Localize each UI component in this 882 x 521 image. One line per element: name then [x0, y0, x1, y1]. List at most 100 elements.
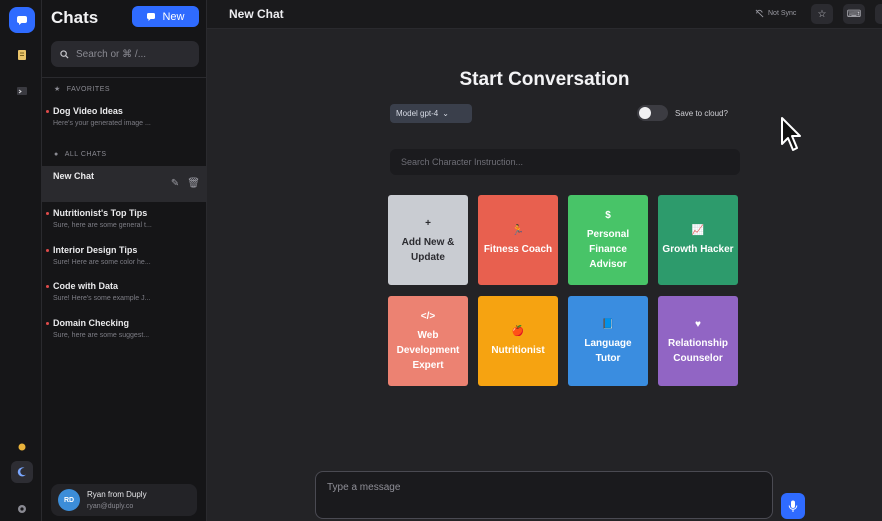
character-card-label: Growth Hacker: [662, 244, 734, 255]
character-card-label: Relationship Counselor: [667, 337, 728, 364]
character-grid: + Add New & Update 🏃 Fitness Coach $ Per…: [388, 195, 738, 386]
chat-item-snippet: Sure, here are some general t...: [53, 222, 152, 229]
dollar-icon: $: [605, 210, 611, 221]
overflow-button[interactable]: [875, 4, 882, 24]
favorites-label: FAVORITES: [66, 85, 111, 93]
chat-item-title: Code with Data: [53, 281, 119, 291]
character-card-language-tutor[interactable]: 📘 Language Tutor: [568, 296, 648, 386]
sync-off-icon: [755, 9, 764, 18]
chat-item-title: New Chat: [53, 171, 95, 181]
chevron-down-icon: ⌄: [442, 109, 449, 118]
chat-item-active[interactable]: New Chat ✎ 🗑: [42, 166, 207, 202]
all-chats-section-label: ● ALL CHATS: [54, 151, 107, 158]
chat-item[interactable]: Nutritionist's Top Tips Sure, here are s…: [42, 203, 207, 239]
trash-icon[interactable]: 🗑: [187, 178, 200, 189]
microphone-icon: [788, 500, 798, 512]
chat-item-title: Domain Checking: [53, 318, 130, 328]
chat-item-snippet: Sure! Here's some example J...: [53, 295, 151, 302]
favorites-section-label: ★ FAVORITES: [54, 85, 111, 94]
sync-status[interactable]: Not Sync: [755, 9, 796, 18]
edit-icon[interactable]: ✎: [171, 178, 179, 189]
chat-search-placeholder: Search or ⌘ /...: [76, 48, 147, 60]
settings-icon[interactable]: [11, 498, 33, 520]
new-chat-button[interactable]: New: [132, 6, 199, 27]
chat-item-title: Interior Design Tips: [53, 245, 138, 255]
runner-icon: 🏃: [511, 225, 525, 236]
start-conversation-heading: Start Conversation: [459, 69, 630, 90]
character-card-add-new[interactable]: + Add New & Update: [388, 195, 468, 285]
app-rail: [0, 0, 42, 521]
model-select[interactable]: Model gpt-4 ⌄: [390, 104, 472, 123]
unread-dot: [46, 249, 49, 252]
character-card-nutritionist[interactable]: 🍎 Nutritionist: [478, 296, 558, 386]
chart-icon: 📈: [691, 225, 705, 236]
character-card-label: Web Development Expert: [396, 330, 460, 371]
plus-icon: +: [425, 217, 431, 229]
notes-icon[interactable]: [11, 44, 33, 66]
character-card-relationship-counselor[interactable]: ♥ Relationship Counselor: [658, 296, 738, 386]
chat-item[interactable]: Interior Design Tips Sure! Here are some…: [42, 240, 207, 276]
character-search-placeholder: Search Character Instruction...: [401, 157, 524, 167]
chat-item-title: Nutritionist's Top Tips: [53, 208, 148, 218]
book-icon: 📘: [601, 318, 615, 330]
code-icon: </>: [420, 311, 436, 322]
main-panel: Start Conversation Model gpt-4 ⌄ Save to…: [207, 29, 882, 521]
unread-dot: [46, 322, 49, 325]
apple-icon: 🍎: [511, 326, 525, 337]
chat-search-input[interactable]: Search or ⌘ /...: [51, 41, 199, 67]
chat-item[interactable]: Domain Checking Sure, here are some sugg…: [42, 313, 207, 349]
model-select-value: Model gpt-4: [396, 109, 439, 118]
chat-item-title: Dog Video Ideas: [53, 106, 123, 116]
sidebar-divider: [42, 77, 207, 78]
star-icon: ★: [54, 86, 61, 93]
character-card-label: Add New & Update: [401, 236, 455, 263]
star-outline-icon: ☆: [817, 8, 827, 20]
unread-dot: [46, 212, 49, 215]
sun-icon[interactable]: [11, 436, 33, 458]
chat-app-icon[interactable]: [9, 7, 35, 33]
unread-dot: [46, 110, 49, 113]
new-chat-label: New: [162, 10, 185, 23]
toggle-knob: [639, 107, 651, 119]
save-to-cloud-control: Save to cloud?: [637, 105, 728, 121]
chat-item-snippet: Sure, here are some suggest...: [53, 332, 150, 339]
favorite-star-button[interactable]: ☆: [811, 4, 833, 24]
heart-icon: ♥: [695, 318, 701, 330]
chat-circle-icon: ●: [54, 151, 59, 158]
user-profile-card[interactable]: RD Ryan from Duply ryan@duply.co: [51, 484, 197, 516]
character-search-input[interactable]: Search Character Instruction...: [390, 149, 740, 175]
top-bar: New Chat Not Sync ☆ ⌨: [207, 0, 882, 29]
character-card-web-development[interactable]: </> Web Development Expert: [388, 296, 468, 386]
character-card-label: Personal Finance Advisor: [586, 229, 630, 270]
sync-status-label: Not Sync: [768, 10, 797, 17]
microphone-button[interactable]: [781, 493, 805, 519]
character-card-growth-hacker[interactable]: 📈 Growth Hacker: [658, 195, 738, 285]
character-card-fitness-coach[interactable]: 🏃 Fitness Coach: [478, 195, 558, 285]
save-to-cloud-toggle[interactable]: [637, 105, 668, 121]
chat-sidebar: Chats New Search or ⌘ /... ★ FAVORITES D…: [42, 0, 207, 521]
chat-item-snippet: Here's your generated image ...: [53, 120, 151, 127]
all-chats-label: ALL CHATS: [64, 151, 107, 158]
message-composer[interactable]: Type a message: [315, 471, 773, 519]
character-card-label: Nutritionist: [491, 345, 545, 356]
chat-item-actions: ✎ 🗑: [171, 178, 200, 189]
sidebar-title: Chats: [51, 8, 99, 27]
mouse-cursor-icon: [781, 117, 801, 151]
character-card-label: Language Tutor: [584, 337, 632, 364]
terminal-button[interactable]: ⌨: [843, 4, 865, 24]
terminal-icon: ⌨: [846, 8, 862, 20]
moon-icon[interactable]: [11, 461, 33, 483]
save-to-cloud-label: Save to cloud?: [675, 108, 728, 118]
user-email: ryan@duply.co: [87, 503, 134, 510]
search-icon: [60, 49, 69, 59]
unread-dot: [46, 285, 49, 288]
avatar: RD: [58, 489, 80, 511]
character-card-label: Fitness Coach: [483, 244, 553, 255]
character-card-personal-finance[interactable]: $ Personal Finance Advisor: [568, 195, 648, 285]
message-input-placeholder: Type a message: [327, 482, 401, 493]
terminal-icon[interactable]: [11, 80, 33, 102]
favorite-chat-item[interactable]: Dog Video Ideas Here's your generated im…: [42, 101, 207, 137]
chat-bubble-icon: [147, 12, 156, 21]
page-title: New Chat: [229, 7, 284, 21]
chat-item[interactable]: Code with Data Sure! Here's some example…: [42, 276, 207, 312]
